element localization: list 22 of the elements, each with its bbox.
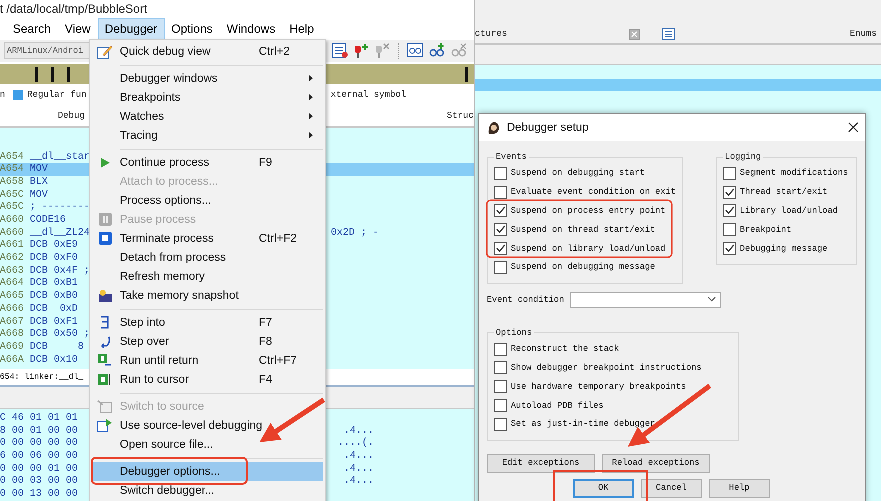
hex-ascii: .4...	[344, 476, 374, 488]
legend-label: xternal symbol	[330, 90, 406, 100]
group-title: Logging	[724, 152, 762, 162]
group-title: Events	[495, 152, 528, 162]
hex-bytes: 8 00 01 00 00	[0, 426, 78, 437]
group-title: Options	[495, 328, 534, 338]
hex-ascii: .4...	[344, 426, 374, 437]
hex-ascii: .4...	[344, 464, 374, 475]
hex-bytes: 6 00 06 00 00	[0, 451, 78, 462]
window-title: t /data/local/tmp/BubbleSort	[0, 2, 148, 16]
hex-bytes: C 46 01 01 01	[0, 413, 78, 424]
legend-label: n	[0, 90, 6, 100]
dialog-title: Debugger setup	[507, 122, 589, 134]
hex-bytes: 0 00 00 00 00	[0, 438, 78, 450]
field-label: Event condition	[487, 294, 564, 305]
location-text: 654: linker:__dl_	[0, 372, 84, 382]
hex-ascii: .4...	[344, 451, 374, 462]
hex-bytes: 0 00 03 00 00	[0, 476, 78, 488]
hex-bytes: 0 00 00 01 00	[0, 464, 78, 475]
legend-label: Regular fun	[27, 90, 87, 100]
hex-ascii: ....(.	[338, 438, 374, 450]
hex-bytes: 0 00 13 00 00	[0, 489, 78, 500]
